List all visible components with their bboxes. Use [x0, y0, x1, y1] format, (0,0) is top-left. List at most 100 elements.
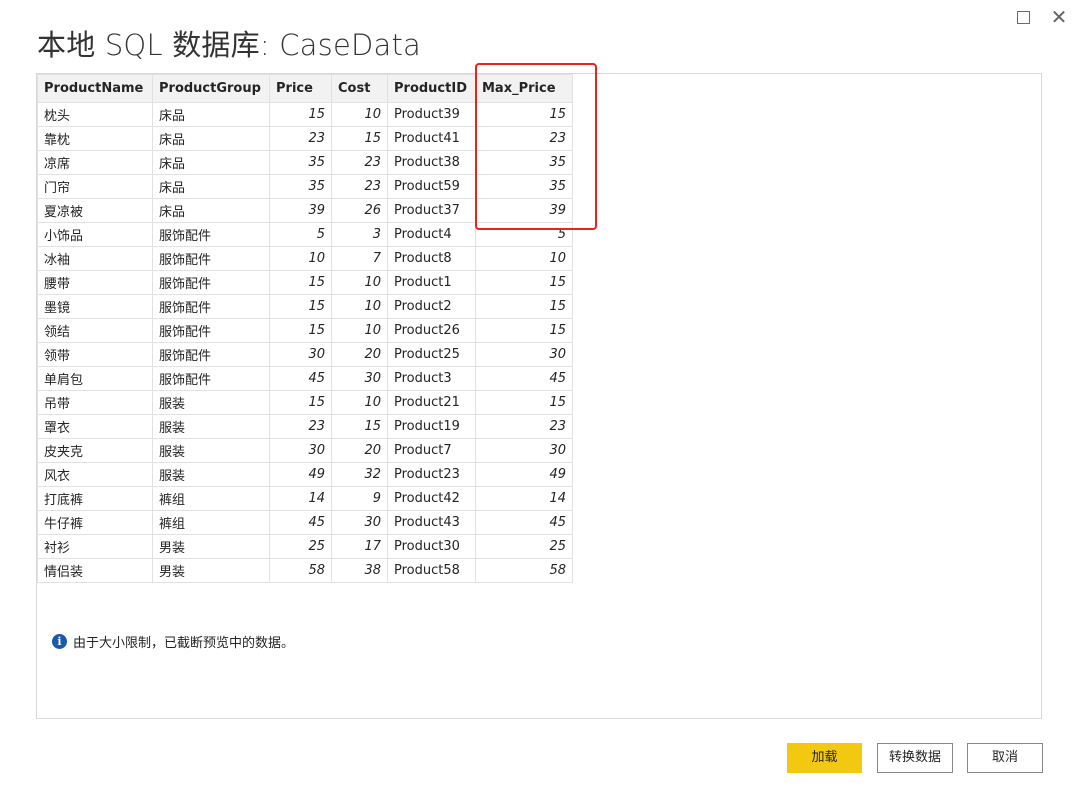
table-cell: 15: [269, 270, 332, 295]
table-cell: 35: [269, 174, 332, 199]
table-cell: 15: [475, 318, 573, 343]
table-cell: 5: [269, 222, 332, 247]
table-cell: 单肩包: [37, 366, 153, 391]
table-row: 凉席 床品 35 23 Product38 35: [37, 150, 573, 175]
table-cell: 服装: [152, 390, 270, 415]
table-cell: Product23: [387, 462, 476, 487]
table-row: 冰袖 服饰配件 10 7 Product8 10: [37, 246, 573, 271]
table-cell: 15: [475, 390, 573, 415]
load-button[interactable]: 加载: [787, 743, 862, 773]
table-row: 牛仔裤 裤组 45 30 Product43 45: [37, 510, 573, 535]
table-cell: Product39: [387, 102, 476, 127]
table-cell: 夏凉被: [37, 198, 153, 223]
table-cell: 30: [475, 342, 573, 367]
table-cell: 45: [269, 510, 332, 535]
table-cell: 25: [269, 534, 332, 559]
table-cell: 30: [269, 342, 332, 367]
column-header-productgroup[interactable]: ProductGroup: [152, 74, 270, 103]
column-header-price[interactable]: Price: [269, 74, 332, 103]
column-header-cost[interactable]: Cost: [331, 74, 388, 103]
cancel-button[interactable]: 取消: [967, 743, 1043, 773]
table-cell: 裤组: [152, 486, 270, 511]
info-icon: i: [52, 634, 67, 649]
table-cell: 男装: [152, 558, 270, 583]
table-row: 打底裤 裤组 14 9 Product42 14: [37, 486, 573, 511]
table-row: 单肩包 服饰配件 45 30 Product3 45: [37, 366, 573, 391]
table-row: 靠枕 床品 23 15 Product41 23: [37, 126, 573, 151]
table-cell: 15: [475, 270, 573, 295]
table-cell: 17: [331, 534, 388, 559]
table-cell: Product26: [387, 318, 476, 343]
table-cell: 服装: [152, 438, 270, 463]
table-cell: Product58: [387, 558, 476, 583]
table-cell: 风衣: [37, 462, 153, 487]
table-cell: 38: [331, 558, 388, 583]
table-cell: 32: [331, 462, 388, 487]
table-cell: Product59: [387, 174, 476, 199]
table-cell: 30: [269, 438, 332, 463]
table-cell: 领结: [37, 318, 153, 343]
table-cell: 男装: [152, 534, 270, 559]
table-cell: 10: [331, 318, 388, 343]
table-cell: 39: [475, 198, 573, 223]
table-cell: 30: [331, 510, 388, 535]
table-cell: 30: [475, 438, 573, 463]
table-cell: 服饰配件: [152, 318, 270, 343]
close-icon: ✕: [1050, 5, 1068, 29]
column-header-productname[interactable]: ProductName: [37, 74, 153, 103]
table-row: 吊带 服装 15 10 Product21 15: [37, 390, 573, 415]
table-cell: 10: [331, 294, 388, 319]
table-cell: 冰袖: [37, 246, 153, 271]
table-cell: Product19: [387, 414, 476, 439]
maximize-icon: [1016, 11, 1030, 24]
table-cell: Product21: [387, 390, 476, 415]
table-cell: 服饰配件: [152, 222, 270, 247]
table-cell: 罩衣: [37, 414, 153, 439]
table-cell: Product7: [387, 438, 476, 463]
table-cell: 10: [331, 390, 388, 415]
table-cell: 皮夹克: [37, 438, 153, 463]
table-cell: Product3: [387, 366, 476, 391]
table-cell: 3: [331, 222, 388, 247]
table-row: 墨镜 服饰配件 15 10 Product2 15: [37, 294, 573, 319]
table-cell: 牛仔裤: [37, 510, 153, 535]
transform-data-button[interactable]: 转换数据: [877, 743, 953, 773]
table-cell: Product2: [387, 294, 476, 319]
table-cell: Product8: [387, 246, 476, 271]
table-cell: 58: [269, 558, 332, 583]
table-cell: 10: [269, 246, 332, 271]
column-header-productid[interactable]: ProductID: [387, 74, 476, 103]
table-cell: 枕头: [37, 102, 153, 127]
table-row: 情侣装 男装 58 38 Product58 58: [37, 558, 573, 583]
table-cell: 床品: [152, 102, 270, 127]
table-cell: Product37: [387, 198, 476, 223]
table-cell: 打底裤: [37, 486, 153, 511]
table-cell: 7: [331, 246, 388, 271]
table-cell: 49: [269, 462, 332, 487]
table-cell: 裤组: [152, 510, 270, 535]
table-cell: 服饰配件: [152, 294, 270, 319]
table-cell: 14: [475, 486, 573, 511]
column-header-max-price[interactable]: Max_Price: [475, 74, 573, 103]
table-cell: 10: [475, 246, 573, 271]
table-cell: 35: [475, 150, 573, 175]
table-cell: 衬衫: [37, 534, 153, 559]
table-cell: Product30: [387, 534, 476, 559]
table-cell: 23: [331, 150, 388, 175]
table-cell: 服饰配件: [152, 246, 270, 271]
table-cell: 小饰品: [37, 222, 153, 247]
table-cell: 腰带: [37, 270, 153, 295]
table-cell: 14: [269, 486, 332, 511]
table-cell: 30: [331, 366, 388, 391]
table-cell: 10: [331, 270, 388, 295]
table-row: 皮夹克 服装 30 20 Product7 30: [37, 438, 573, 463]
close-button[interactable]: ✕: [1048, 6, 1070, 28]
table-cell: 服装: [152, 414, 270, 439]
table-cell: 领带: [37, 342, 153, 367]
table-cell: 20: [331, 342, 388, 367]
table-cell: 20: [331, 438, 388, 463]
table-cell: 床品: [152, 198, 270, 223]
table-cell: 5: [475, 222, 573, 247]
table-cell: 58: [475, 558, 573, 583]
maximize-button[interactable]: [1012, 6, 1034, 28]
